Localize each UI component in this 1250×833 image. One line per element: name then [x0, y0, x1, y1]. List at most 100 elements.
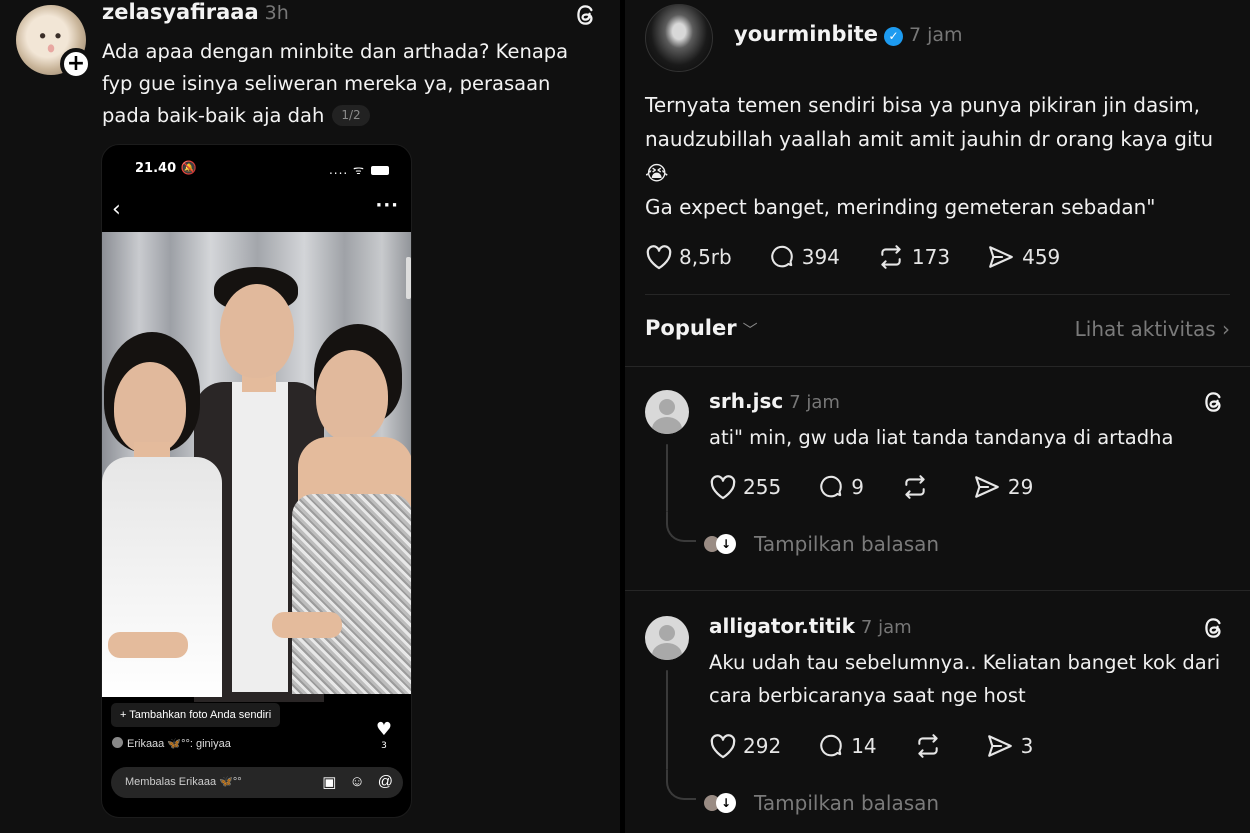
comment-header: srh.jsc 7 jam — [709, 389, 840, 413]
author-avatar[interactable] — [645, 4, 713, 72]
thread-curve — [666, 512, 696, 542]
comment-avatar[interactable] — [645, 616, 689, 660]
reply-placeholder: Membalas Erikaaa 🦋°° — [125, 776, 242, 788]
show-replies-label: Tampilkan balasan — [754, 532, 940, 556]
like-count: 255 — [743, 475, 782, 499]
status-time: 21.40 — [135, 161, 177, 176]
threads-icon[interactable] — [1201, 389, 1227, 415]
reply-down-icon: ↓ — [716, 793, 736, 813]
view-activity-link[interactable]: Lihat aktivitas › — [1075, 317, 1230, 341]
threads-icon[interactable] — [573, 2, 599, 28]
chevron-down-icon: ﹀ — [742, 321, 758, 339]
share-count: 3 — [1020, 734, 1034, 758]
comment-icon — [820, 734, 842, 757]
screenshot-collage: + zelasyafiraaa 3h Ada apaa dengan minbit… — [0, 0, 1250, 833]
post-time: 3h — [264, 2, 289, 24]
repost-button[interactable] — [900, 474, 936, 500]
sort-dropdown[interactable]: Populer ﹀ — [645, 316, 758, 340]
share-button[interactable]: 29 — [972, 474, 1033, 500]
photo-like-button[interactable]: ♥ 3 — [376, 721, 392, 751]
phone-status-icons: .... ᯤ — [329, 161, 389, 178]
heart-icon — [710, 734, 736, 759]
author-username[interactable]: yourminbite — [734, 22, 878, 46]
right-threads-post: yourminbite ✓ 7 jam Ternyata temen sendiri… — [625, 0, 1250, 833]
more-options-icon[interactable]: ··· — [375, 195, 399, 216]
comment-icon — [820, 475, 842, 498]
share-icon — [975, 476, 999, 498]
comment-count: 9 — [851, 475, 864, 499]
share-button[interactable]: 459 — [986, 244, 1060, 270]
share-count: 29 — [1007, 475, 1034, 499]
comment-button[interactable]: 9 — [817, 474, 864, 500]
comment-actions: 292 14 3 — [709, 733, 1069, 759]
comment-divider — [625, 590, 1250, 591]
repost-count: 173 — [911, 245, 951, 269]
comment-count: 394 — [801, 245, 840, 269]
share-button[interactable]: 3 — [985, 733, 1034, 759]
post-line: Ternyata temen sendiri bisa ya punya pik… — [645, 93, 1214, 185]
comment-button[interactable]: 394 — [768, 244, 840, 270]
man-shirt — [232, 382, 288, 692]
image-icon[interactable]: ▣ — [322, 773, 336, 791]
post-text: Ternyata temen sendiri bisa ya punya pik… — [645, 88, 1235, 224]
show-replies-button[interactable]: ↓ Tampilkan balasan — [702, 532, 939, 556]
like-button[interactable]: 8,5rb — [645, 244, 732, 270]
sticker-icon[interactable]: ☺ — [349, 773, 364, 791]
mention-icon[interactable]: @ — [378, 773, 393, 791]
thread-line — [666, 444, 668, 512]
comment-button[interactable]: 14 — [817, 733, 877, 759]
author-username[interactable]: zelasyafiraaa — [102, 0, 259, 24]
comment-text: Aku udah tau sebelumnya.. Keliatan bange… — [709, 651, 1221, 708]
wifi-icon: ᯤ — [353, 163, 365, 177]
threads-icon[interactable] — [1201, 615, 1227, 641]
repost-button[interactable]: 173 — [876, 244, 950, 270]
comment-username[interactable]: srh.jsc — [709, 389, 783, 413]
battery-icon — [371, 166, 389, 175]
post-time: 7 jam — [908, 24, 963, 46]
activity-label: Lihat aktivitas — [1074, 317, 1216, 341]
group-photo[interactable] — [102, 232, 411, 702]
repost-button[interactable] — [913, 733, 949, 759]
carousel-pager: 1/2 — [332, 105, 370, 126]
comment-username[interactable]: alligator.titik — [709, 614, 855, 638]
share-count: 459 — [1022, 245, 1061, 269]
comment-count: 14 — [851, 734, 877, 758]
sort-label: Populer — [645, 316, 737, 340]
reply-text: °°: giniyaa — [181, 738, 231, 750]
photo-like-count: 3 — [381, 741, 387, 751]
reply-input-icons: ▣ ☺ @ — [322, 773, 393, 791]
reply-preview: Erikaaa 🦋°°: giniyaa — [112, 737, 231, 750]
woman-right-silver-dress — [292, 494, 411, 694]
heart-icon — [646, 245, 672, 270]
woman-right-face — [316, 350, 388, 442]
add-own-photo-button[interactable]: + Tambahkan foto Anda sendiri — [111, 703, 281, 727]
chevron-right-icon: › — [1222, 317, 1230, 341]
left-threads-post: + zelasyafiraaa 3h Ada apaa dengan minbit… — [0, 0, 620, 833]
like-button[interactable]: 292 — [709, 733, 781, 759]
share-icon — [989, 246, 1013, 268]
embedded-phone-screenshot: 21.40 🔕 .... ᯤ ‹ ··· + Tambahkan foto An… — [101, 144, 412, 818]
scroll-handle[interactable] — [406, 257, 411, 299]
like-count: 292 — [743, 734, 782, 758]
thread-line — [666, 670, 668, 770]
heart-icon — [710, 475, 736, 500]
show-replies-button[interactable]: ↓ Tampilkan balasan — [702, 791, 939, 815]
post-text: Ada apaa dengan minbite dan arthada? Ken… — [102, 36, 602, 133]
verified-badge-icon: ✓ — [883, 27, 903, 46]
comment-actions: 255 9 29 — [709, 474, 1069, 500]
comment-avatar[interactable] — [645, 390, 689, 434]
post-line: Ga expect banget, merinding gemeteran se… — [645, 195, 1156, 219]
repost-icon — [905, 475, 925, 499]
follow-plus-button[interactable]: + — [60, 48, 92, 80]
phone-status-time: 21.40 🔕 — [135, 161, 197, 176]
woman-right-hands — [272, 612, 342, 638]
like-button[interactable]: 255 — [709, 474, 781, 500]
reply-input[interactable]: Membalas Erikaaa 🦋°° ▣ ☺ @ — [111, 767, 403, 798]
reply-user: Erikaaa — [127, 738, 165, 750]
comment-icon — [770, 245, 793, 268]
section-divider — [645, 294, 1230, 295]
back-chevron-icon[interactable]: ‹ — [112, 197, 121, 222]
post-header: zelasyafiraaa 3h — [102, 0, 289, 24]
signal-dots: .... — [328, 163, 349, 177]
post-actions: 8,5rb 394 173 459 — [645, 244, 1096, 270]
